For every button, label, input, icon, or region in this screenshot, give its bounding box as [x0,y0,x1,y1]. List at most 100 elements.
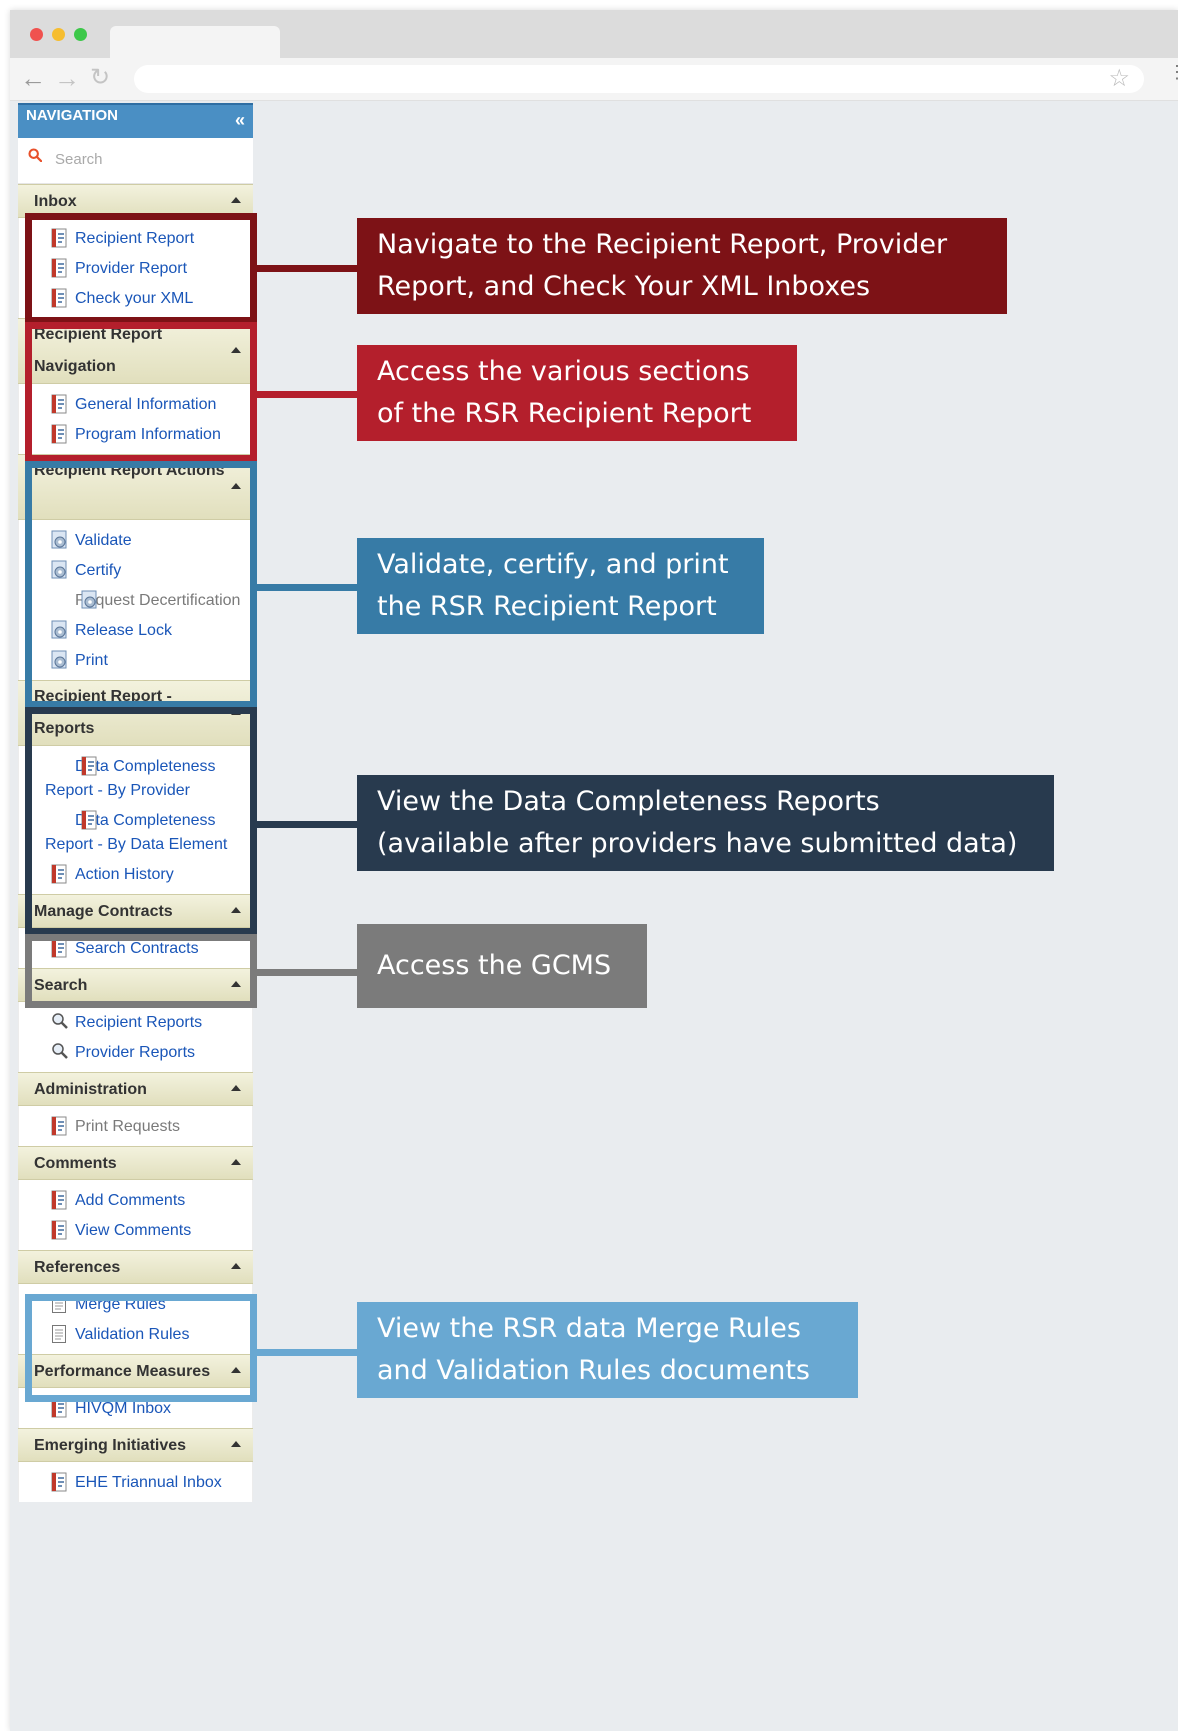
gear-doc-icon [51,530,68,550]
nav-item-validation-rules[interactable]: Validation Rules [19,1320,252,1350]
maximize-window-button[interactable] [74,28,87,41]
collapse-caret-icon[interactable] [231,1441,241,1447]
nav-item-label: Recipient Reports [75,1014,203,1031]
section-body-recipient-report-navigation: General Information Program Information [18,384,253,454]
section-header-recipient-report-navigation[interactable]: Recipient Report Navigation [18,318,253,384]
nav-item-merge-rules[interactable]: Merge Rules [19,1290,252,1320]
report-icon [51,1220,68,1240]
address-bar[interactable]: ☆ [134,65,1144,93]
reload-icon[interactable]: ↻ [90,66,110,90]
nav-item-certify[interactable]: Certify [19,556,252,586]
nav-item-recipient-report[interactable]: Recipient Report [19,224,252,254]
navigation-header: NAVIGATION « [18,103,253,138]
nav-item-request-decertification[interactable]: Request Decertification [19,586,252,616]
collapse-caret-icon[interactable] [231,1085,241,1091]
close-window-button[interactable] [30,28,43,41]
section-header-emerging-initiatives[interactable]: Emerging Initiatives [18,1428,253,1462]
nav-item-view-comments[interactable]: View Comments [19,1216,252,1246]
nav-item-label: Validation Rules [75,1326,190,1343]
star-icon[interactable]: ☆ [1108,65,1130,93]
collapse-caret-icon[interactable] [231,981,241,987]
section-title: Inbox [34,193,77,210]
report-icon [51,1190,68,1210]
magnifier-doc-icon [51,1042,68,1062]
nav-item-data-completeness-report-by-provider[interactable]: Data Completeness Report - By Provider [19,752,252,806]
section-body-references: Merge Rules Validation Rules [18,1284,253,1354]
nav-item-hivqm-inbox[interactable]: HIVQM Inbox [19,1394,252,1424]
callout-box: View the Data Completeness Reports (avail… [357,775,1054,871]
section-header-references[interactable]: References [18,1250,253,1284]
section-title: Recipient Report Actions [34,462,225,479]
browser-menu-icon[interactable]: ⋮ [1168,63,1178,81]
nav-item-recipient-reports[interactable]: Recipient Reports [19,1008,252,1038]
gear-doc-icon [51,560,68,580]
nav-item-label: View Comments [75,1222,192,1239]
nav-item-label: Provider Reports [75,1044,196,1061]
section-title: Manage Contracts [34,903,173,920]
section-title: Performance Measures [34,1363,211,1380]
section-header-administration[interactable]: Administration [18,1072,253,1106]
section-header-performance-measures[interactable]: Performance Measures [18,1354,253,1388]
callout-line: of the RSR Recipient Report [377,398,752,429]
nav-item-release-lock[interactable]: Release Lock [19,616,252,646]
collapse-caret-icon[interactable] [231,483,241,489]
section-header-comments[interactable]: Comments [18,1146,253,1180]
callout-line: the RSR Recipient Report [377,591,717,622]
nav-item-ehe-triannual-inbox[interactable]: EHE Triannual Inbox [19,1468,252,1498]
nav-item-label: Data Completeness Report - By Provider [45,758,216,799]
section-header-inbox[interactable]: Inbox [18,184,253,218]
nav-item-search-contracts[interactable]: Search Contracts [19,934,252,964]
section-body-performance-measures: HIVQM Inbox [18,1388,253,1428]
nav-item-data-completeness-report-by-data-element[interactable]: Data Completeness Report - By Data Eleme… [19,806,252,860]
nav-item-print-requests[interactable]: Print Requests [19,1112,252,1142]
section-header-recipient-report-actions[interactable]: Recipient Report Actions [18,454,253,520]
section-title: Emerging Initiatives [34,1437,187,1454]
nav-item-provider-report[interactable]: Provider Report [19,254,252,284]
forward-arrow-icon[interactable]: → [54,65,80,91]
report-icon [51,228,68,248]
nav-item-provider-reports[interactable]: Provider Reports [19,1038,252,1068]
callout-connector [255,1349,357,1356]
nav-item-label: Merge Rules [75,1296,166,1313]
callout-box: View the RSR data Merge Rules and Validat… [357,1302,858,1398]
search-input[interactable]: Search [55,151,103,168]
section-header-manage-contracts[interactable]: Manage Contracts [18,894,253,928]
nav-item-program-information[interactable]: Program Information [19,420,252,450]
nav-item-print[interactable]: Print [19,646,252,676]
nav-search[interactable]: Search [18,138,253,184]
back-arrow-icon[interactable]: ← [20,65,46,91]
callout-line: Validate, certify, and print [377,549,729,580]
collapse-caret-icon[interactable] [231,907,241,913]
section-title: Recipient Report - Reports [34,688,172,737]
section-header-recipient-report-reports[interactable]: Recipient Report - Reports [18,680,253,746]
nav-item-validate[interactable]: Validate [19,526,252,556]
section-body-manage-contracts: Search Contracts [18,928,253,968]
collapse-caret-icon[interactable] [231,347,241,353]
section-header-search[interactable]: Search [18,968,253,1002]
section-title: Administration [34,1081,147,1098]
nav-item-label: HIVQM Inbox [75,1400,172,1417]
browser-tab[interactable] [110,26,280,60]
collapse-caret-icon[interactable] [231,709,241,715]
search-icon [28,148,42,162]
collapse-caret-icon[interactable] [231,1263,241,1269]
nav-item-general-information[interactable]: General Information [19,390,252,420]
callout-box: Access the GCMS [357,924,647,1008]
section-body-administration: Print Requests [18,1106,253,1146]
collapse-sidebar-icon[interactable]: « [235,109,245,131]
nav-item-check-your-xml[interactable]: Check your XML [19,284,252,314]
nav-item-label: Program Information [75,426,221,443]
nav-item-label: Request Decertification [75,592,241,609]
nav-item-label: Print [75,652,108,669]
nav-item-action-history[interactable]: Action History [19,860,252,890]
nav-item-add-comments[interactable]: Add Comments [19,1186,252,1216]
navigation-title: NAVIGATION [26,107,118,124]
callout-line: and Validation Rules documents [377,1355,811,1386]
nav-item-label: Release Lock [75,622,172,639]
collapse-caret-icon[interactable] [231,1367,241,1373]
report-icon [51,756,97,776]
collapse-caret-icon[interactable] [231,197,241,203]
minimize-window-button[interactable] [52,28,65,41]
browser-toolbar: ← → ↻ ☆ ⋮ [10,58,1178,101]
collapse-caret-icon[interactable] [231,1159,241,1165]
